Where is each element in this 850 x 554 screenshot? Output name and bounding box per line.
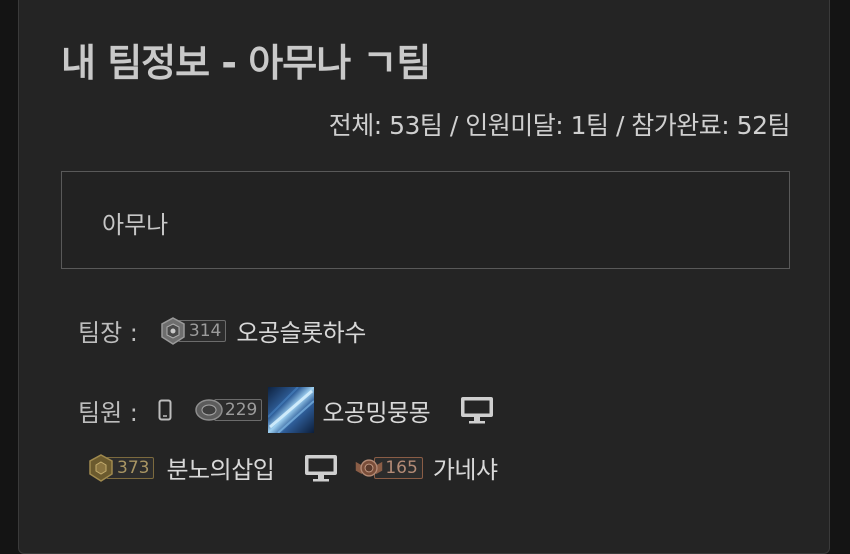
silver-rank-icon <box>195 399 223 421</box>
member-avatar <box>268 387 315 433</box>
member-level-badge: 373 <box>86 453 155 482</box>
team-description-text: 아무나 <box>102 211 169 239</box>
gold-rank-icon <box>89 453 113 482</box>
team-description-box: 아무나 <box>61 171 790 269</box>
members-label: 팀원 : <box>78 398 138 427</box>
team-stats: 전체: 53팀 / 인원미달: 1팀 / 참가완료: 52팀 <box>328 111 791 140</box>
mobile-icon <box>158 399 172 421</box>
member-name[interactable]: 분노의삽입 <box>166 450 274 485</box>
leader-name[interactable]: 오공슬롯하수 <box>236 313 366 348</box>
bronze-rank-icon <box>356 458 383 477</box>
monitor-icon <box>461 397 494 424</box>
member-name[interactable]: 오공밍뭉몽 <box>322 393 430 428</box>
members-row-1: 팀원 : 229 오공밍뭉몽 <box>78 387 494 433</box>
member-level-badge: 165 <box>354 456 423 480</box>
monitor-icon <box>305 454 338 481</box>
member-name[interactable]: 가네샤 <box>433 450 498 485</box>
leader-row: 팀장 : 314 오공슬롯하수 <box>78 313 366 348</box>
leader-level-badge: 314 <box>158 316 227 345</box>
silver-rank-icon <box>161 316 185 345</box>
member-level-badge: 229 <box>194 398 263 422</box>
page-title: 내 팀정보 - 아무나 ㄱ팀 <box>61 41 431 85</box>
members-row-2: 373 분노의삽입 165 가네샤 <box>86 450 498 485</box>
leader-label: 팀장 : <box>78 319 138 347</box>
